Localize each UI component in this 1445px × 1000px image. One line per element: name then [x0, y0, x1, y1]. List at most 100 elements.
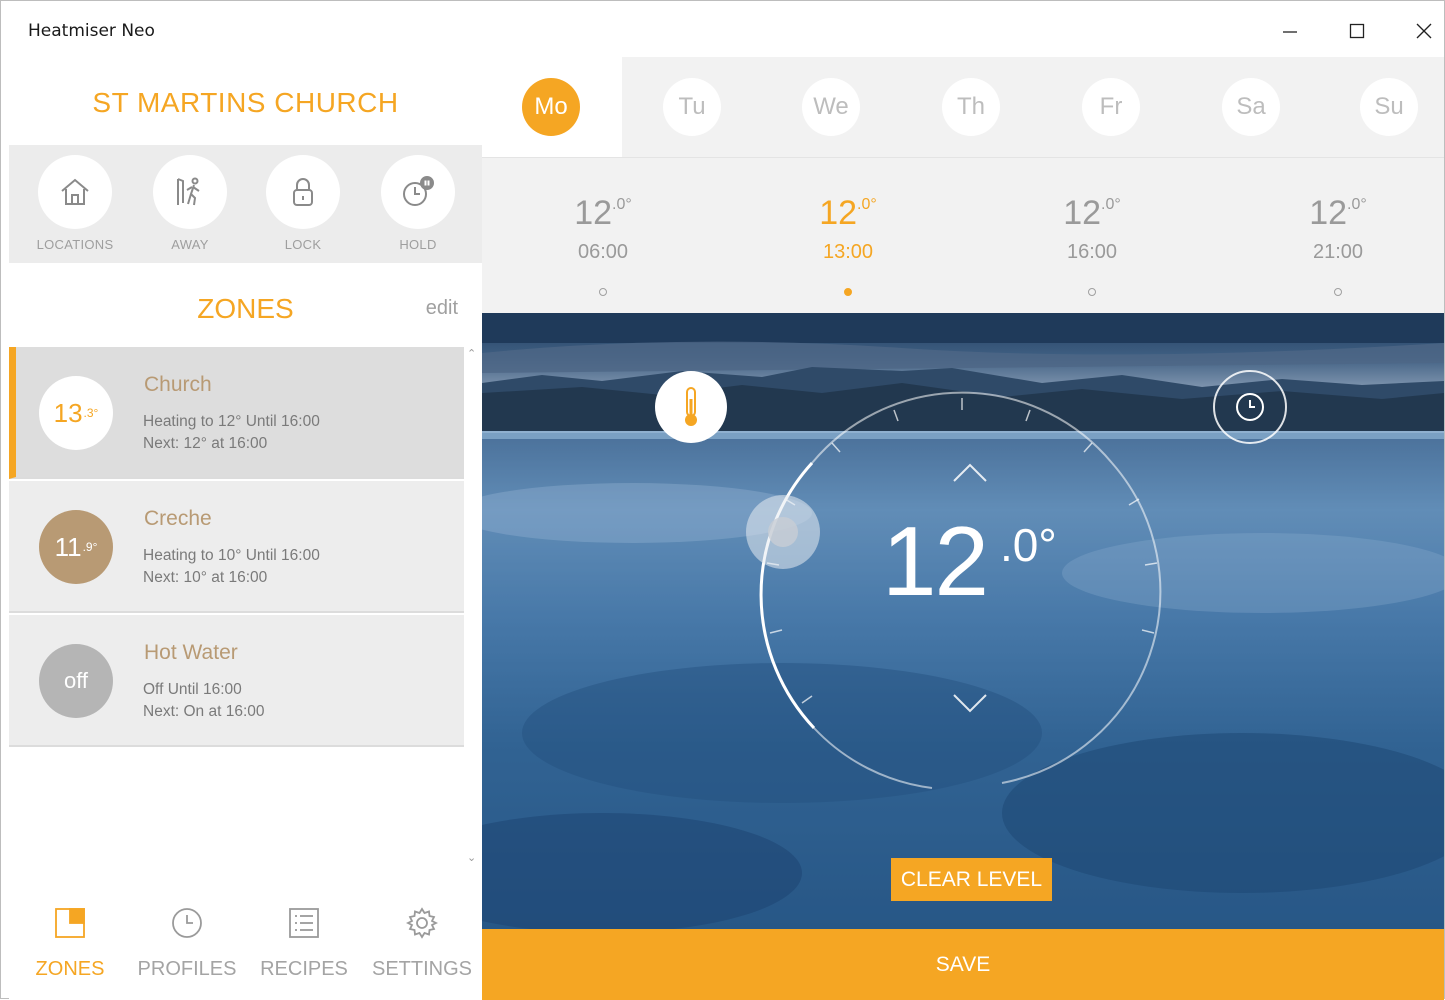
zone-temp-badge: 11.9°	[39, 510, 113, 584]
lock-button[interactable]: LOCK	[255, 155, 351, 252]
zones-edit-button[interactable]: edit	[426, 297, 458, 320]
scroll-down-icon[interactable]: ⌄	[467, 851, 476, 864]
slot-temp: 12.0°	[1032, 194, 1152, 233]
home-icon	[61, 178, 89, 205]
zones-header: ZONES edit	[9, 263, 482, 347]
zone-item-creche[interactable]: 11.9° Creche Heating to 10° Until 16:00 …	[9, 481, 464, 613]
nav-profiles[interactable]: PROFILES	[129, 907, 245, 981]
clear-level-button[interactable]: CLEAR LEVEL	[891, 858, 1052, 901]
nav-settings[interactable]: SETTINGS	[364, 907, 480, 981]
slot-indicator	[599, 288, 607, 296]
schedule-slots: 12.0° 06:00 12.0° 13:00 12.0° 16:00 12.0…	[482, 157, 1444, 313]
nav-profiles-label: PROFILES	[137, 958, 237, 980]
slot-temp-decimal: .0°	[1347, 196, 1367, 213]
hold-button[interactable]: HOLD	[370, 155, 466, 252]
timer-mode-button[interactable]	[1213, 370, 1287, 444]
zones-icon	[55, 908, 85, 938]
locations-label: LOCATIONS	[36, 237, 114, 252]
zone-temp-value: 13	[53, 397, 83, 428]
zone-status: Heating to 10° Until 16:00	[143, 547, 320, 564]
close-button[interactable]	[1401, 11, 1445, 51]
minimize-icon	[1283, 31, 1297, 33]
zone-next: Next: On at 16:00	[143, 703, 265, 720]
window-title: Heatmiser Neo	[28, 21, 155, 41]
zone-item-hot-water[interactable]: off Hot Water Off Until 16:00 Next: On a…	[9, 615, 464, 747]
day-su[interactable]: Su	[1360, 78, 1418, 136]
slot-indicator	[844, 288, 852, 296]
dial-drag-handle[interactable]	[746, 495, 820, 569]
slot-indicator	[1334, 288, 1342, 296]
slot-indicator	[1088, 288, 1096, 296]
schedule-slot[interactable]: 12.0° 21:00	[1278, 194, 1398, 296]
thermometer-icon	[685, 387, 697, 426]
setpoint-value: 12	[882, 506, 989, 616]
slot-time: 13:00	[822, 241, 874, 263]
zones-title: ZONES	[197, 293, 294, 324]
zone-list: 13.3° Church Heating to 12° Until 16:00 …	[9, 347, 464, 895]
schedule-slot-active[interactable]: 12.0° 13:00	[788, 194, 908, 296]
app-window: Heatmiser Neo ST MARTINS CHURCH LOCATION…	[0, 0, 1445, 1000]
slot-temp-decimal: .0°	[857, 196, 877, 213]
day-we[interactable]: We	[802, 78, 860, 136]
day-tu[interactable]: Tu	[663, 78, 721, 136]
slot-temp-value: 12	[574, 194, 613, 232]
clock-icon	[172, 908, 202, 938]
lock-icon	[293, 178, 313, 206]
zone-name: Hot Water	[144, 641, 238, 664]
nav-zones-label: ZONES	[35, 958, 105, 980]
decrease-temp-button[interactable]	[950, 691, 990, 717]
slot-temp-decimal: .0°	[1101, 196, 1121, 213]
minimize-button[interactable]	[1267, 11, 1313, 51]
clock-icon	[1236, 393, 1264, 421]
zone-next: Next: 10° at 16:00	[143, 569, 268, 586]
zone-temp-value: 11	[54, 531, 82, 562]
list-icon	[289, 908, 319, 938]
zone-item-church[interactable]: 13.3° Church Heating to 12° Until 16:00 …	[9, 347, 464, 479]
day-sa[interactable]: Sa	[1222, 78, 1280, 136]
background-scene: 12 .0° CLEAR LEVEL	[482, 313, 1444, 929]
save-button[interactable]: SAVE	[482, 929, 1444, 1000]
nav-recipes[interactable]: RECIPES	[246, 907, 362, 981]
slot-time: 06:00	[577, 241, 629, 263]
lock-circle	[266, 155, 340, 229]
slot-temp: 12.0°	[788, 194, 908, 233]
schedule-slot[interactable]: 12.0° 06:00	[543, 194, 663, 296]
scroll-up-icon[interactable]: ⌃	[467, 347, 476, 360]
day-mo[interactable]: Mo	[522, 78, 580, 136]
zone-list-scrollbar[interactable]: ⌃ ⌄	[464, 347, 482, 867]
zone-temp-decimal: .9°	[82, 540, 98, 554]
slot-temp-value: 12	[1309, 194, 1348, 232]
setpoint-decimal: .0°	[1000, 519, 1057, 571]
left-panel: ST MARTINS CHURCH LOCATIONS AWAY LOCK HO…	[9, 57, 482, 1000]
locations-button[interactable]: LOCATIONS	[27, 155, 123, 252]
hold-label: HOLD	[399, 237, 437, 252]
schedule-slot[interactable]: 12.0° 16:00	[1032, 194, 1152, 296]
nav-zones[interactable]: ZONES	[12, 907, 128, 981]
right-panel: Mo Tu We Th Fr Sa Su 12.0° 06:00 12.0° 1…	[482, 57, 1444, 1000]
zone-temp-value: off	[63, 668, 89, 693]
zone-name: Church	[144, 373, 212, 396]
bottom-nav: ZONES PROFILES RECIPES SETTINGS	[9, 895, 482, 1000]
away-label: AWAY	[171, 237, 209, 252]
slot-temp: 12.0°	[1278, 194, 1398, 233]
hold-clock-icon	[403, 176, 434, 206]
location-title[interactable]: ST MARTINS CHURCH	[9, 87, 482, 119]
lock-label: LOCK	[284, 237, 322, 252]
nav-recipes-label: RECIPES	[260, 958, 348, 980]
thermostat-mode-button[interactable]	[655, 371, 727, 443]
away-circle	[153, 155, 227, 229]
increase-temp-button[interactable]	[950, 459, 990, 485]
nav-settings-label: SETTINGS	[371, 958, 472, 980]
hold-circle	[381, 155, 455, 229]
slot-temp-decimal: .0°	[612, 196, 632, 213]
slot-temp-value: 12	[819, 194, 858, 232]
maximize-button[interactable]	[1334, 11, 1380, 51]
slot-temp-value: 12	[1063, 194, 1102, 232]
day-th[interactable]: Th	[942, 78, 1000, 136]
away-button[interactable]: AWAY	[142, 155, 238, 252]
gear-icon	[405, 907, 439, 939]
day-fr[interactable]: Fr	[1082, 78, 1140, 136]
slot-temp: 12.0°	[543, 194, 663, 233]
maximize-icon	[1349, 23, 1365, 39]
zone-next: Next: 12° at 16:00	[143, 435, 268, 452]
